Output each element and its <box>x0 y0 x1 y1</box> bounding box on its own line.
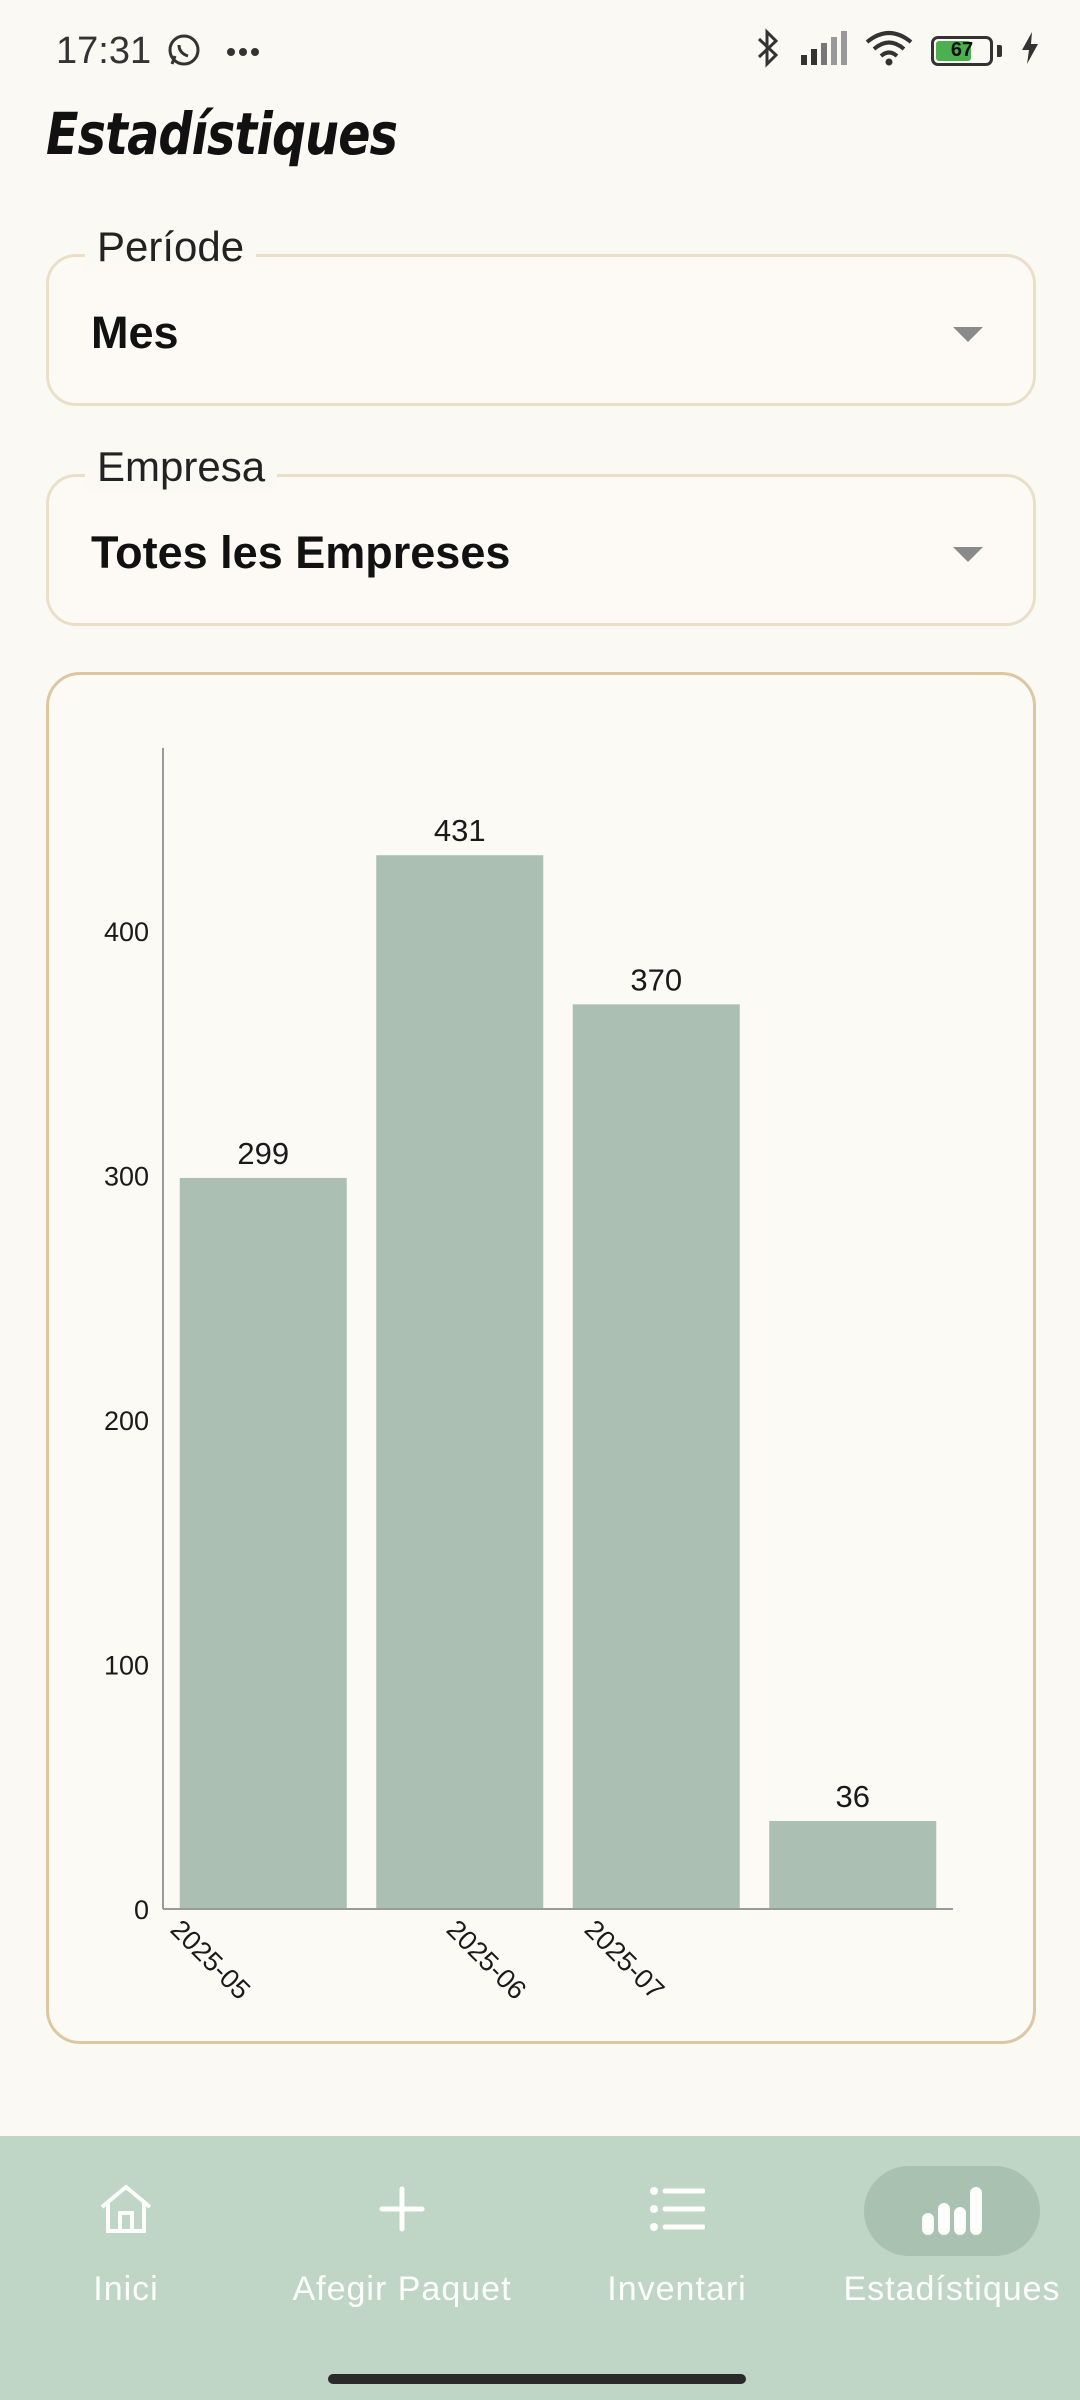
company-dropdown[interactable]: Empresa Totes les Empreses <box>46 443 1036 626</box>
status-system-icons: 67 <box>755 28 1040 73</box>
nav-label: Inici <box>93 2270 159 2308</box>
battery-icon: 67 <box>931 35 993 66</box>
page-title: Estadístiques <box>46 100 398 168</box>
company-value: Totes les Empreses <box>91 527 511 578</box>
wifi-icon <box>865 30 913 71</box>
more-icon <box>226 44 260 62</box>
bar-value-label: 36 <box>836 1779 870 1814</box>
y-tick-label: 400 <box>104 917 149 947</box>
dropdown-arrow-icon <box>953 327 983 342</box>
nav-item-inventari[interactable]: Inventari <box>542 2166 812 2336</box>
y-tick-label: 100 <box>104 1651 149 1681</box>
chart-card: 299 431 370 36 0 100 200 300 400 2025-05 2025-06 20… <box>46 672 1036 2044</box>
y-tick-label: 0 <box>134 1895 149 1925</box>
bar-value-label: 299 <box>237 1136 289 1171</box>
bar-value-label: 370 <box>630 962 682 997</box>
bar-chart-icon <box>920 2183 984 2240</box>
status-notification-icons <box>166 32 260 73</box>
signal-icon <box>799 31 847 70</box>
app-screen: 17:31 67 Estadístiques Període Mes Empre… <box>0 0 1080 2400</box>
nav-icon-container-active <box>864 2166 1040 2256</box>
status-time: 17:31 <box>56 30 152 72</box>
bar-chart: 299 431 370 36 0 100 200 300 400 2025-05 2025-06 20… <box>104 747 953 2005</box>
charging-icon <box>1020 32 1040 69</box>
nav-label: Afegir Paquet <box>292 2270 512 2308</box>
chart-bar <box>572 1004 740 1909</box>
period-label: Període <box>85 223 257 271</box>
nav-icon-container <box>589 2166 765 2256</box>
battery-tip <box>997 44 1002 57</box>
period-value: Mes <box>91 307 179 358</box>
battery-percentage: 67 <box>950 39 974 61</box>
company-label: Empresa <box>85 443 278 491</box>
nav-item-inici[interactable]: Inici <box>0 2166 261 2336</box>
chart-bar <box>179 1177 347 1909</box>
whatsapp-icon <box>166 32 202 73</box>
nav-item-estadistiques[interactable]: Estadístiques <box>817 2166 1080 2336</box>
bar-value-label: 431 <box>434 813 486 848</box>
nav-label: Estadístiques <box>843 2270 1061 2308</box>
home-indicator <box>328 2374 746 2384</box>
bottom-navigation: Inici Afegir Paquet Inventari Estadístiq… <box>0 2136 1080 2400</box>
bluetooth-icon <box>755 28 781 73</box>
nav-item-afegir-paquet[interactable]: Afegir Paquet <box>267 2166 537 2336</box>
chart-bar <box>376 855 544 1909</box>
x-tick-label: 2025-07 <box>579 1914 670 2005</box>
y-tick-label: 200 <box>104 1406 149 1436</box>
home-icon <box>98 2183 154 2240</box>
plus-icon <box>378 2185 426 2238</box>
list-icon <box>649 2185 706 2238</box>
status-bar: 17:31 67 <box>0 0 1080 100</box>
x-tick-label: 2025-05 <box>165 1914 256 2005</box>
y-tick-label: 300 <box>104 1162 149 1192</box>
period-dropdown[interactable]: Període Mes <box>46 223 1036 406</box>
chart-bar <box>769 1820 937 1909</box>
nav-icon-container <box>314 2166 490 2256</box>
nav-label: Inventari <box>607 2270 747 2308</box>
x-tick-label: 2025-06 <box>441 1914 532 2005</box>
dropdown-arrow-icon <box>953 547 983 562</box>
nav-icon-container <box>38 2166 214 2256</box>
